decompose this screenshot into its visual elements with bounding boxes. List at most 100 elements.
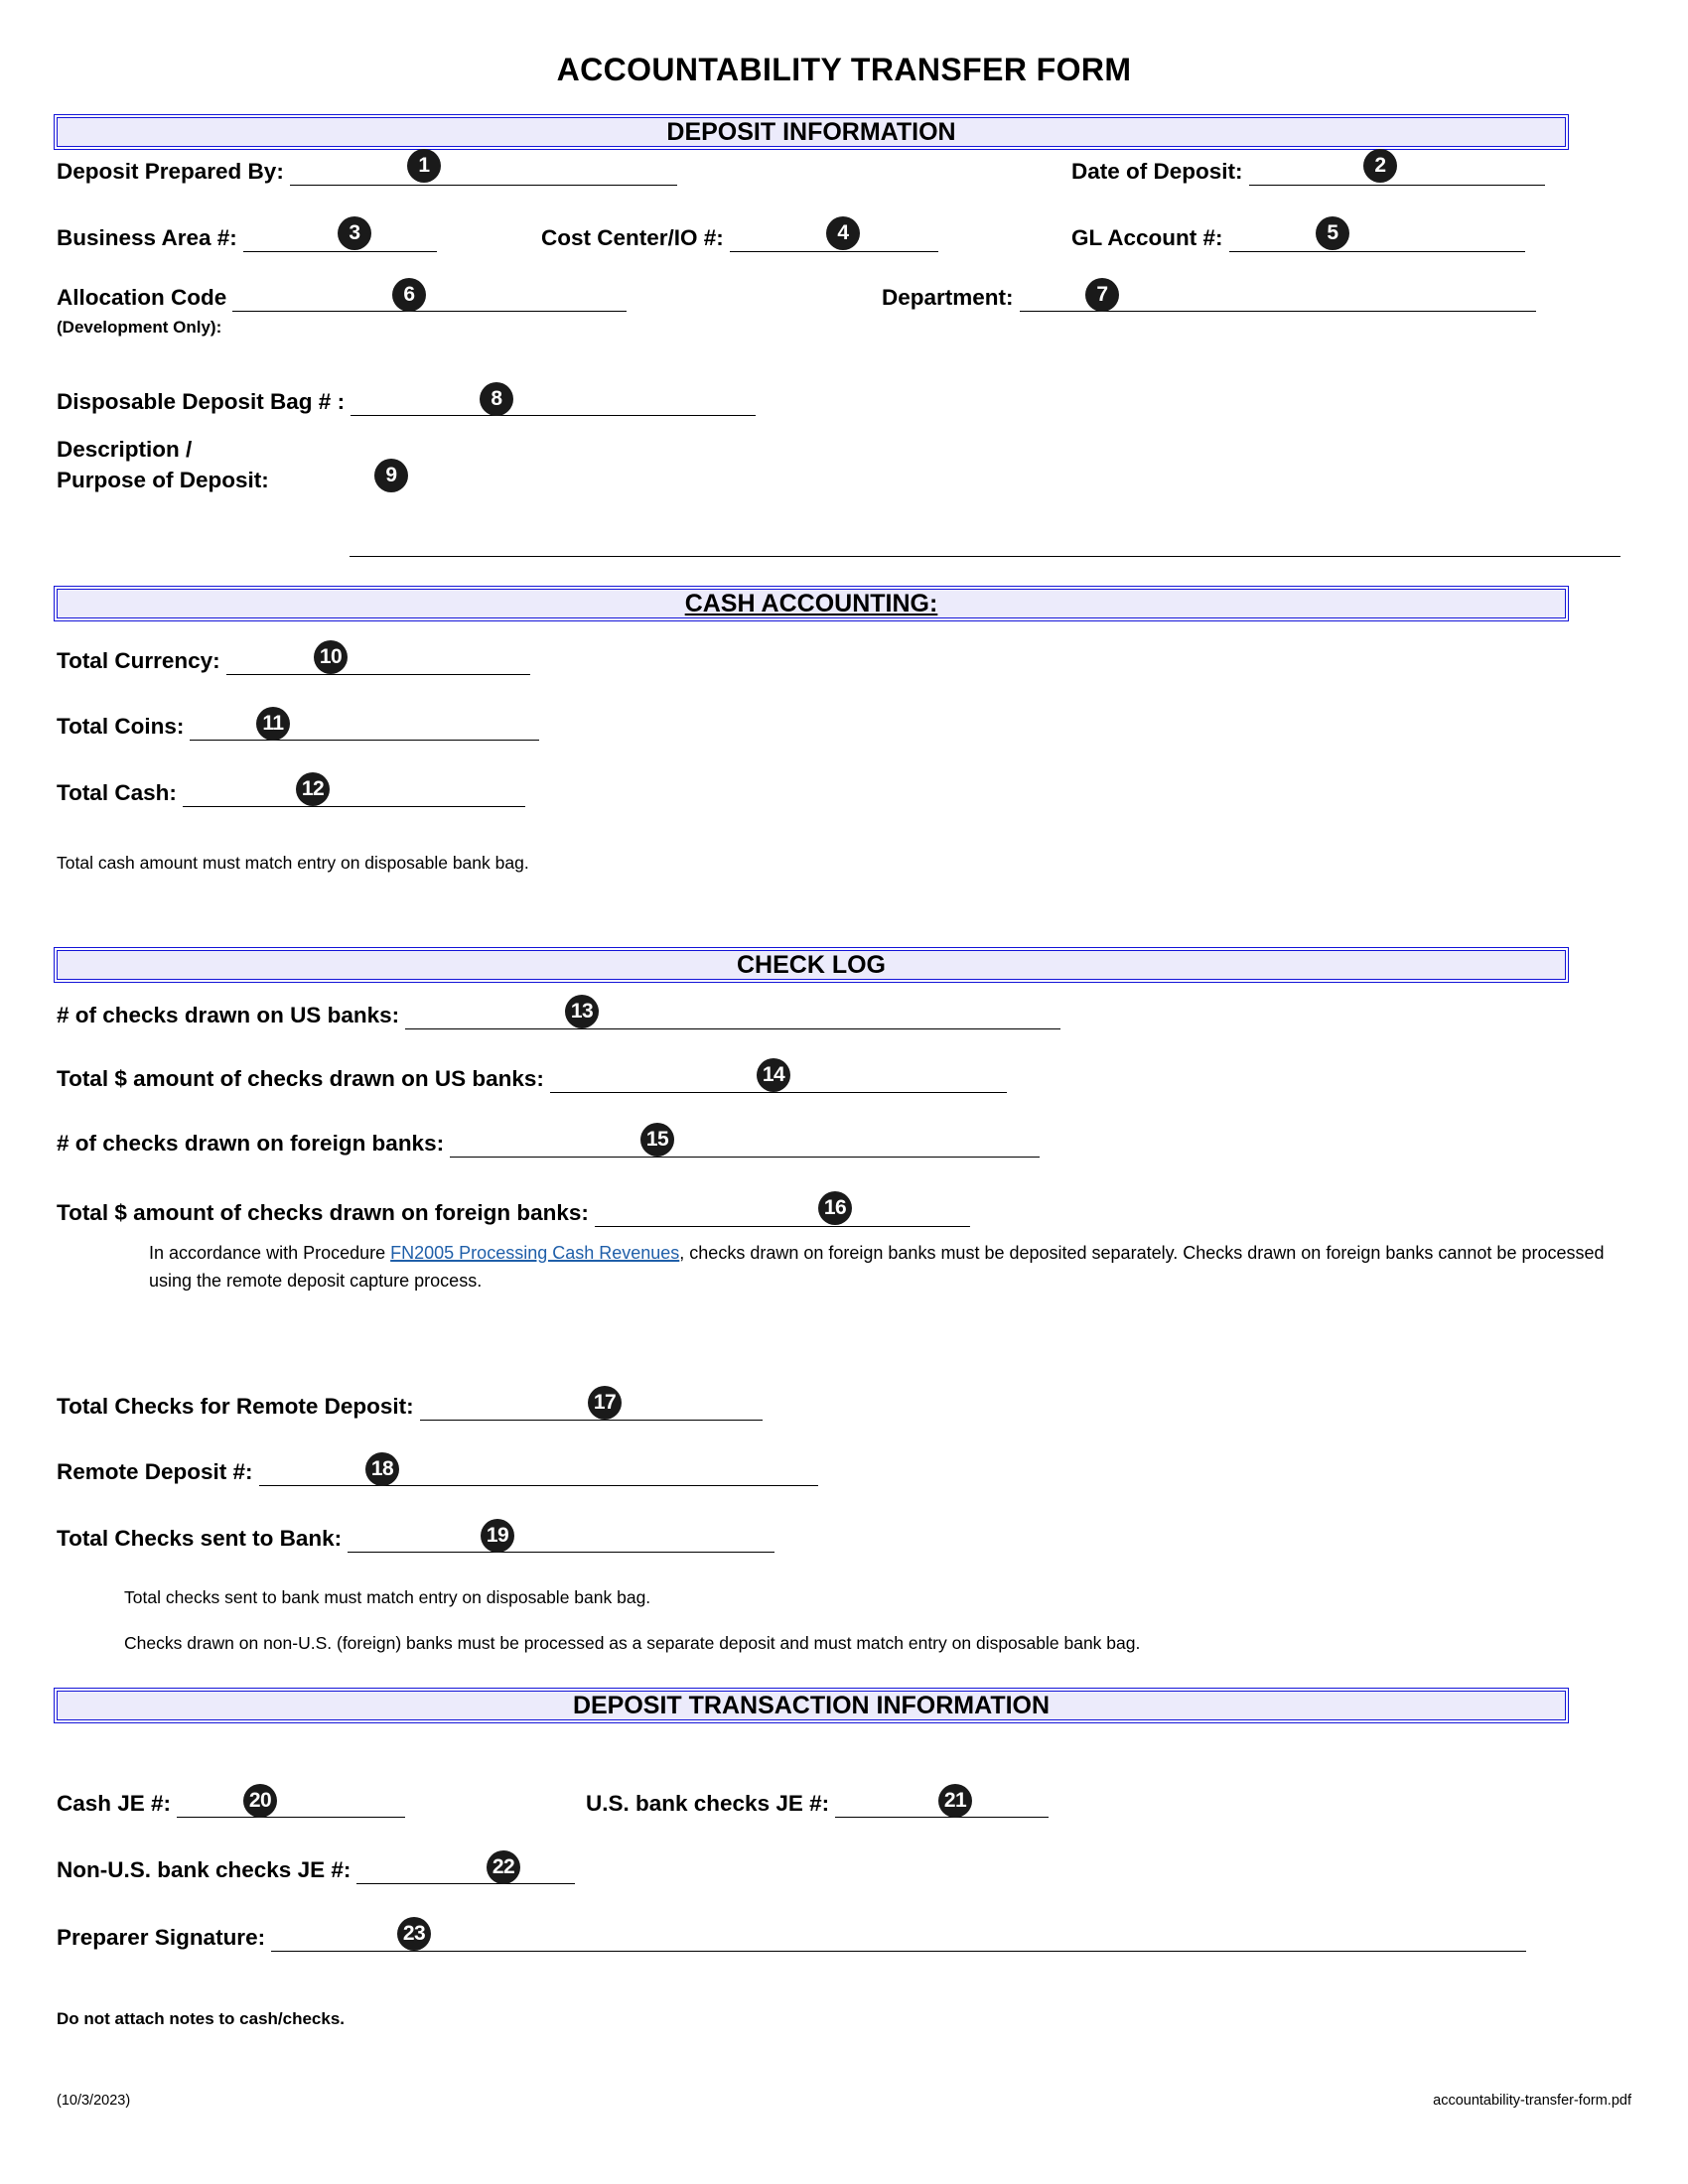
callout-badge-18: 18: [365, 1452, 399, 1486]
field-checks-us-count: # of checks drawn on US banks:: [57, 1003, 1061, 1029]
page-title: ACCOUNTABILITY TRANSFER FORM: [556, 52, 1132, 87]
callout-badge-17: 17: [588, 1386, 622, 1420]
department-label: Department:: [882, 285, 1014, 310]
callout-badge-12: 12: [296, 772, 330, 806]
section-header-deposit-transaction: DEPOSIT TRANSACTION INFORMATION: [54, 1688, 1569, 1723]
callout-badge-22: 22: [487, 1850, 520, 1884]
us-bank-checks-je-label: U.S. bank checks JE #:: [586, 1791, 830, 1816]
description-purpose-label-line2: Purpose of Deposit:: [57, 468, 269, 492]
footer-revision-date: (10/3/2023): [57, 2093, 131, 2109]
callout-badge-9: 9: [374, 459, 408, 492]
note-do-not-attach: Do not attach notes to cash/checks.: [57, 2009, 346, 2028]
allocation-code-label: Allocation Code: [57, 285, 227, 310]
total-cash-input[interactable]: [182, 806, 525, 807]
field-deposit-prepared-by: Deposit Prepared By:: [57, 159, 677, 186]
checks-foreign-count-input[interactable]: [450, 1157, 1041, 1158]
disposable-deposit-bag-label: Disposable Deposit Bag # :: [57, 389, 346, 414]
section-header-deposit-information: DEPOSIT INFORMATION: [54, 114, 1569, 150]
section-header-deposit-transaction-label: DEPOSIT TRANSACTION INFORMATION: [572, 1692, 1051, 1719]
callout-badge-3: 3: [338, 216, 371, 250]
callout-badge-2: 2: [1363, 149, 1397, 183]
note-foreign-procedure: In accordance with Procedure FN2005 Proc…: [149, 1239, 1609, 1295]
total-coins-label: Total Coins:: [57, 714, 185, 739]
deposit-prepared-by-label: Deposit Prepared By:: [57, 159, 284, 184]
total-checks-sent-input[interactable]: [348, 1552, 775, 1553]
field-cost-center-io: Cost Center/IO #:: [541, 225, 938, 252]
remote-deposit-number-label: Remote Deposit #:: [57, 1459, 253, 1484]
non-us-bank-checks-je-label: Non-U.S. bank checks JE #:: [57, 1857, 352, 1882]
field-total-coins: Total Coins:: [57, 714, 540, 741]
cash-je-label: Cash JE #:: [57, 1791, 172, 1816]
allocation-code-input[interactable]: [232, 311, 628, 312]
total-checks-remote-input[interactable]: [419, 1420, 763, 1421]
callout-badge-7: 7: [1085, 278, 1119, 312]
business-area-input[interactable]: [242, 251, 437, 252]
form-page: ACCOUNTABILITY TRANSFER FORM DEPOSIT INF…: [0, 0, 1688, 2184]
cost-center-io-label: Cost Center/IO #:: [541, 225, 724, 250]
total-currency-label: Total Currency:: [57, 648, 220, 673]
callout-badge-16: 16: [818, 1191, 852, 1225]
us-bank-checks-je-input[interactable]: [835, 1817, 1050, 1818]
total-cash-label: Total Cash:: [57, 780, 177, 805]
field-total-checks-remote: Total Checks for Remote Deposit:: [57, 1394, 763, 1421]
business-area-label: Business Area #:: [57, 225, 237, 250]
callout-badge-14: 14: [757, 1058, 790, 1092]
section-header-deposit-information-label: DEPOSIT INFORMATION: [666, 118, 956, 146]
callout-badge-19: 19: [481, 1519, 514, 1553]
field-total-checks-sent: Total Checks sent to Bank:: [57, 1526, 775, 1553]
footer-filename: accountability-transfer-form.pdf: [1433, 2093, 1631, 2109]
cost-center-io-input[interactable]: [729, 251, 938, 252]
description-purpose-input[interactable]: [350, 556, 1620, 557]
procedure-fn2005-link[interactable]: FN2005 Processing Cash Revenues: [390, 1243, 679, 1263]
preparer-signature-input[interactable]: [271, 1951, 1527, 1952]
section-header-check-log-label: CHECK LOG: [737, 951, 886, 979]
gl-account-input[interactable]: [1228, 251, 1525, 252]
field-department: Department:: [882, 285, 1536, 312]
callout-badge-5: 5: [1316, 216, 1349, 250]
callout-badge-15: 15: [640, 1123, 674, 1157]
note-foreign-procedure-prefix: In accordance with Procedure: [149, 1243, 391, 1263]
field-cash-je: Cash JE #:: [57, 1791, 406, 1818]
checks-us-amount-label: Total $ amount of checks drawn on US ban…: [57, 1066, 544, 1091]
field-preparer-signature: Preparer Signature:: [57, 1925, 1527, 1952]
field-date-of-deposit: Date of Deposit:: [1071, 159, 1545, 186]
note-cash-match: Total cash amount must match entry on di…: [57, 853, 529, 873]
field-business-area: Business Area #:: [57, 225, 437, 252]
allocation-code-sublabel: (Development Only):: [57, 318, 222, 337]
total-currency-input[interactable]: [225, 674, 530, 675]
callout-badge-23: 23: [397, 1917, 431, 1951]
field-us-bank-checks-je: U.S. bank checks JE #:: [586, 1791, 1050, 1818]
checks-foreign-count-label: # of checks drawn on foreign banks:: [57, 1131, 445, 1156]
date-of-deposit-input[interactable]: [1248, 185, 1545, 186]
description-purpose-label-line1: Description /: [57, 437, 193, 462]
section-header-cash-accounting: CASH ACCOUNTING:: [54, 586, 1569, 621]
field-remote-deposit-number: Remote Deposit #:: [57, 1459, 818, 1486]
checks-us-count-label: # of checks drawn on US banks:: [57, 1003, 400, 1027]
checks-us-count-input[interactable]: [405, 1028, 1061, 1029]
total-checks-remote-label: Total Checks for Remote Deposit:: [57, 1394, 414, 1419]
field-checks-us-amount: Total $ amount of checks drawn on US ban…: [57, 1066, 1007, 1093]
callout-badge-11: 11: [256, 707, 290, 741]
checks-us-amount-input[interactable]: [549, 1092, 1007, 1093]
field-gl-account: GL Account #:: [1071, 225, 1525, 252]
field-total-currency: Total Currency:: [57, 648, 530, 675]
field-allocation-code: Allocation Code: [57, 285, 628, 312]
callout-badge-10: 10: [314, 640, 348, 674]
section-header-cash-accounting-label: CASH ACCOUNTING:: [684, 590, 938, 617]
field-total-cash: Total Cash:: [57, 780, 525, 807]
section-header-check-log: CHECK LOG: [54, 947, 1569, 983]
cash-je-input[interactable]: [177, 1817, 406, 1818]
deposit-prepared-by-input[interactable]: [289, 185, 677, 186]
gl-account-label: GL Account #:: [1071, 225, 1223, 250]
callout-badge-4: 4: [826, 216, 860, 250]
non-us-bank-checks-je-input[interactable]: [356, 1883, 576, 1884]
disposable-deposit-bag-input[interactable]: [351, 415, 757, 416]
note-checks-match: Total checks sent to bank must match ent…: [124, 1587, 651, 1607]
checks-foreign-amount-label: Total $ amount of checks drawn on foreig…: [57, 1200, 589, 1225]
total-coins-input[interactable]: [190, 740, 540, 741]
callout-badge-1: 1: [407, 149, 441, 183]
preparer-signature-label: Preparer Signature:: [57, 1925, 266, 1950]
remote-deposit-number-input[interactable]: [258, 1485, 818, 1486]
checks-foreign-amount-input[interactable]: [594, 1226, 970, 1227]
field-checks-foreign-count: # of checks drawn on foreign banks:: [57, 1131, 1041, 1158]
